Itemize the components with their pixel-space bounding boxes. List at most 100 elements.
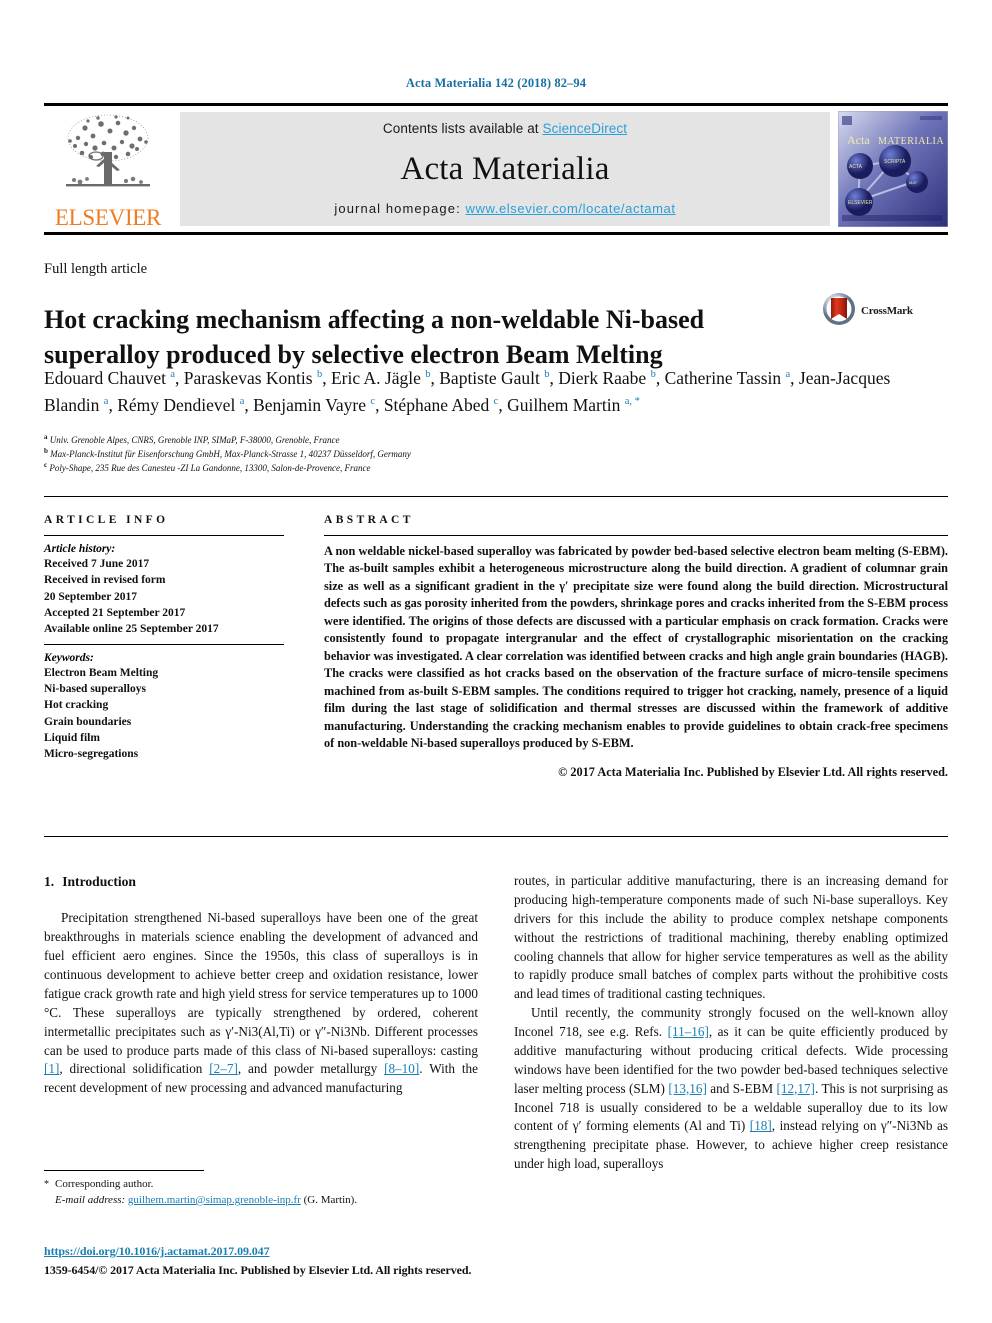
abstract-copyright: © 2017 Acta Materialia Inc. Published by…: [558, 765, 948, 780]
section-heading-introduction: 1. Introduction: [44, 872, 478, 891]
crossmark-badge[interactable]: CrossMark: [822, 290, 952, 332]
section-number: 1.: [44, 874, 55, 889]
author-name: Edouard Chauvet: [44, 368, 171, 388]
intro-p1-text-b: , directional solidification: [59, 1061, 210, 1077]
author-name: Catherine Tassin: [664, 368, 786, 388]
keywords-list: Electron Beam Melting Ni-based superalloy…: [44, 665, 284, 763]
doi-link[interactable]: https://doi.org/10.1016/j.actamat.2017.0…: [44, 1244, 270, 1259]
svg-text:Acta: Acta: [847, 133, 870, 147]
affiliation-item: b Max-Planck-Institut für Eisenforschung…: [44, 446, 411, 459]
masthead-center: Contents lists available at ScienceDirec…: [180, 112, 830, 226]
reference-link-1[interactable]: [1]: [44, 1061, 59, 1076]
affiliation-item: c Poly-Shape, 235 Rue des Canesteu -ZI L…: [44, 460, 371, 473]
issn-copyright-line: 1359-6454/© 2017 Acta Materialia Inc. Pu…: [44, 1263, 472, 1277]
intro-paragraph-1: Precipitation strengthened Ni-based supe…: [44, 909, 478, 1098]
info-band-top-rule: [44, 496, 948, 497]
crossmark-label: CrossMark: [861, 305, 913, 317]
author-name: Paraskevas Kontis: [183, 368, 317, 388]
corresponding-author-label: Corresponding author.: [55, 1178, 154, 1190]
footnote-block: * Corresponding author. E-mail address: …: [44, 1177, 478, 1209]
affiliation-item: a Univ. Grenoble Alpes, CNRS, Grenoble I…: [44, 433, 340, 446]
elsevier-logo: ELSEVIER: [44, 106, 172, 232]
author-affiliation-mark: b: [650, 369, 656, 381]
author-affiliation-mark: a: [103, 395, 109, 407]
affiliation-mark: a: [44, 433, 48, 441]
abstract-rule: [324, 535, 948, 536]
homepage-label: journal homepage:: [334, 201, 466, 216]
journal-title: Acta Materialia: [400, 151, 610, 187]
reference-link-2-7[interactable]: [2–7]: [209, 1061, 238, 1076]
keyword-item: Hot cracking: [44, 699, 109, 712]
info-band-bottom-rule: [44, 836, 948, 837]
crossmark-icon: [822, 292, 856, 331]
article-history-label: Article history:: [44, 543, 116, 555]
keyword-item: Liquid film: [44, 731, 100, 744]
author-name: Rémy Dendievel: [117, 394, 240, 415]
author-name: Baptiste Gault: [439, 368, 545, 388]
svg-text:MATERIALIA: MATERIALIA: [878, 136, 944, 147]
article-info-heading: ARTICLE INFO: [44, 514, 169, 526]
author-affiliation-mark: a: [239, 395, 245, 407]
elsevier-tree-icon: [58, 112, 158, 205]
reference-link-12-17[interactable]: [12,17]: [776, 1081, 814, 1096]
affiliation-list: a Univ. Grenoble Alpes, CNRS, Grenoble I…: [44, 434, 924, 476]
reference-link-13-16[interactable]: [13,16]: [668, 1081, 706, 1096]
intro-p1-text-c: , and powder metallurgy: [237, 1061, 385, 1077]
article-history-item: Received in revised form: [44, 574, 166, 587]
email-owner: (G. Martin).: [303, 1193, 358, 1206]
intro-paragraph-1-continued: routes, in particular additive manufactu…: [514, 873, 948, 1002]
intro-p1-text-a: Precipitation strengthened Ni-based supe…: [44, 910, 478, 1058]
intro-paragraph-2: Until recently, the community strongly f…: [514, 1004, 948, 1174]
author-affiliation-mark: b: [544, 369, 550, 381]
author-affiliation-mark: a: [785, 369, 791, 381]
journal-homepage-link[interactable]: www.elsevier.com/locate/actamat: [466, 201, 676, 216]
author-name: Eric A. Jägle: [330, 368, 426, 388]
corresponding-author-marker: *: [44, 1179, 49, 1190]
paper-page: Acta Materialia 142 (2018) 82–94 ELSEVIE…: [0, 0, 992, 1323]
page-title: Hot cracking mechanism affecting a non-w…: [44, 305, 705, 369]
author-affiliation-mark: c: [493, 395, 499, 407]
abstract-column: ABSTRACT A non weldable nickel-based sup…: [324, 514, 948, 780]
author-affiliation-mark: a: [170, 369, 176, 381]
elsevier-wordmark: ELSEVIER: [54, 205, 162, 230]
section-title: Introduction: [62, 874, 136, 889]
author-affiliation-mark: b: [425, 369, 431, 381]
author-name: Stéphane Abed: [383, 394, 494, 415]
body-column-right: routes, in particular additive manufactu…: [514, 872, 948, 1174]
body-column-left: 1. Introduction Precipitation strengthene…: [44, 872, 478, 1098]
intro-p2-text-c: and S-EBM: [706, 1080, 777, 1096]
svg-text:ELSEVIER: ELSEVIER: [848, 200, 873, 206]
svg-text:MAT: MAT: [909, 180, 918, 185]
author-affiliation-mark: c: [370, 395, 376, 407]
reference-link-8-10[interactable]: [8–10]: [384, 1061, 419, 1076]
journal-homepage-line: journal homepage: www.elsevier.com/locat…: [334, 201, 675, 216]
article-info-column: ARTICLE INFO Article history: Received 7…: [44, 514, 284, 763]
reference-link-18[interactable]: [18]: [750, 1118, 772, 1133]
author-name: Guilhem Martin: [507, 394, 625, 415]
keyword-item: Electron Beam Melting: [44, 666, 159, 679]
contents-prefix: Contents lists available at: [382, 121, 543, 136]
article-history-item: Received 7 June 2017: [44, 558, 150, 570]
keyword-item: Micro-segregations: [44, 748, 139, 761]
footnote-rule: [44, 1170, 204, 1171]
email-link[interactable]: guilhem.martin@simap.grenoble-inp.fr: [128, 1194, 301, 1206]
author-affiliation-mark: a, *: [624, 395, 640, 407]
keywords-label: Keywords:: [44, 651, 94, 664]
author-name: Dierk Raabe: [558, 368, 651, 388]
keyword-item: Ni-based superalloys: [44, 682, 146, 695]
article-history-item: 20 September 2017: [44, 590, 138, 603]
svg-text:SCRIPTA: SCRIPTA: [884, 159, 906, 165]
article-history-list: Received 7 June 2017 Received in revised …: [44, 556, 284, 638]
contents-available-line: Contents lists available at ScienceDirec…: [383, 121, 627, 136]
email-line: E-mail address: guilhem.martin@simap.gre…: [55, 1193, 478, 1209]
article-info-rule: [44, 535, 284, 536]
author-affiliation-mark: b: [316, 369, 323, 381]
journal-cover-thumbnail[interactable]: Acta MATERIALIA ACTA SCRIPTA MAT ELSEVIE…: [837, 110, 949, 228]
keywords-rule: [44, 643, 284, 645]
sciencedirect-link[interactable]: ScienceDirect: [543, 121, 628, 136]
reference-link-11-16[interactable]: [11–16]: [668, 1024, 709, 1039]
running-head: Acta Materialia 142 (2018) 82–94: [405, 76, 587, 90]
abstract-heading: ABSTRACT: [324, 514, 414, 526]
article-type-label: Full length article: [44, 261, 148, 277]
article-history-item: Accepted 21 September 2017: [44, 606, 186, 619]
